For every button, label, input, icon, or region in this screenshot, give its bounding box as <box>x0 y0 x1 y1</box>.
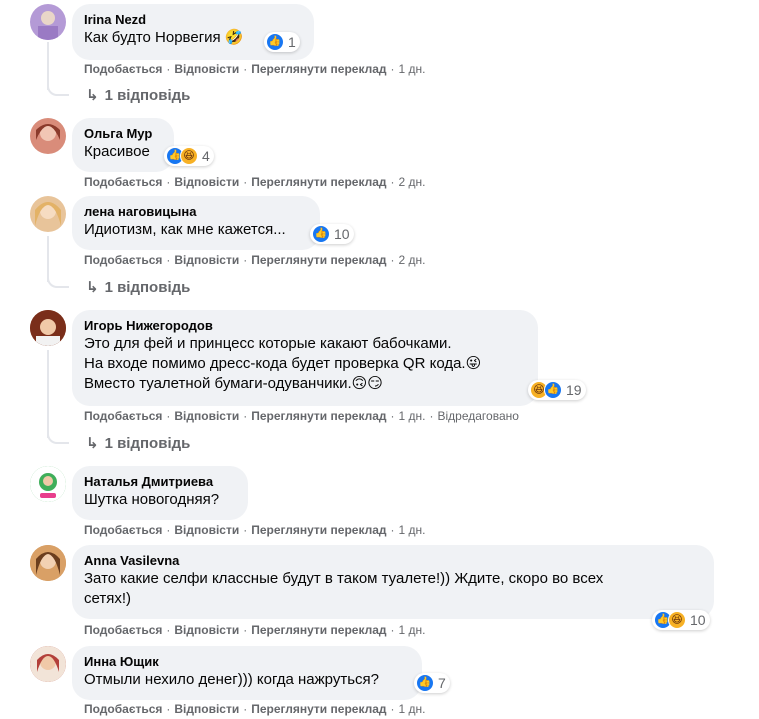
avatar[interactable] <box>30 310 66 346</box>
translate-button[interactable]: Переглянути переклад <box>251 409 386 423</box>
comment-author[interactable]: Наталья Дмитриева <box>84 474 236 490</box>
like-reaction-icon: 👍 <box>416 674 434 692</box>
comment-author[interactable]: Anna Vasilevna <box>84 553 702 569</box>
translate-button[interactable]: Переглянути переклад <box>251 175 386 189</box>
comment-timestamp[interactable]: 1 дн. <box>399 523 426 537</box>
translate-button[interactable]: Переглянути переклад <box>251 702 386 716</box>
comment-author[interactable]: Игорь Нижегородов <box>84 318 526 334</box>
reaction-count: 7 <box>438 675 446 691</box>
thread-curve <box>47 430 69 444</box>
comment-timestamp[interactable]: 1 дн. <box>399 702 426 716</box>
like-button[interactable]: Подобається <box>84 523 162 537</box>
comment-text-line: На входе помимо дресс-кода будет проверк… <box>84 355 466 372</box>
avatar[interactable] <box>30 118 66 154</box>
translate-button[interactable]: Переглянути переклад <box>251 62 386 76</box>
view-replies-link[interactable]: ↳ 1 відповідь <box>86 86 190 106</box>
like-button[interactable]: Подобається <box>84 409 162 423</box>
translate-button[interactable]: Переглянути переклад <box>251 523 386 537</box>
comment-timestamp[interactable]: 2 дн. <box>399 253 426 267</box>
comment-timestamp[interactable]: 2 дн. <box>399 175 426 189</box>
reply-button[interactable]: Відповісти <box>174 702 239 716</box>
comment-actions: Подобається · Відповісти · Переглянути перек… <box>84 702 426 716</box>
comment-timestamp[interactable]: 1 дн. <box>399 623 426 637</box>
reaction-count: 19 <box>566 382 582 398</box>
avatar[interactable] <box>30 4 66 40</box>
comment-actions: Подобається · Відповісти · Переглянути перек… <box>84 253 426 267</box>
comment-bubble: Инна Ющик Отмыли нехило денег))) когда н… <box>72 646 422 700</box>
avatar[interactable] <box>30 545 66 581</box>
like-button[interactable]: Подобається <box>84 702 162 716</box>
comment-timestamp[interactable]: 1 дн. <box>399 409 426 423</box>
haha-reaction-icon: 😆 <box>180 147 198 165</box>
reply-button[interactable]: Відповісти <box>174 409 239 423</box>
comment-author[interactable]: Инна Ющик <box>84 654 410 670</box>
reply-button[interactable]: Відповісти <box>174 62 239 76</box>
upside-down-smirk-emoji-icon: 🙃😏 <box>351 375 383 392</box>
reaction-count: 4 <box>202 148 210 164</box>
comment-timestamp[interactable]: 1 дн. <box>399 62 426 76</box>
comment-text: Красивое <box>84 143 150 160</box>
reply-button[interactable]: Відповісти <box>174 623 239 637</box>
comment-actions: Подобається · Відповісти · Переглянути перек… <box>84 623 426 637</box>
translate-button[interactable]: Переглянути переклад <box>251 253 386 267</box>
comment-text-line: Вместо туалетной бумаги-одуванчики. <box>84 375 352 392</box>
reply-button[interactable]: Відповісти <box>174 523 239 537</box>
comment-author[interactable]: Irina Nezd <box>84 12 302 28</box>
comment-text-line: Это для фей и принцесс которые какают ба… <box>84 335 452 352</box>
comment-bubble: Наталья Дмитриева Шутка новогодняя? <box>72 466 248 520</box>
reactions-badge[interactable]: 👍 😆 4 <box>164 146 214 166</box>
rofl-emoji-icon: 🤣 <box>224 29 244 46</box>
comment-bubble: Ольга Мур Красивое <box>72 118 174 172</box>
comment-actions: Подобається · Відповісти · Переглянути перек… <box>84 409 519 423</box>
winking-tongue-emoji-icon: 😜 <box>465 355 482 372</box>
comment-actions: Подобається · Відповісти · Переглянути перек… <box>84 175 426 189</box>
reply-arrow-icon: ↳ <box>86 87 99 104</box>
translate-button[interactable]: Переглянути переклад <box>251 623 386 637</box>
like-button[interactable]: Подобається <box>84 62 162 76</box>
comment-text: Как будто Норвегия <box>84 29 221 46</box>
reactions-badge[interactable]: 👍 1 <box>264 32 300 52</box>
reply-button[interactable]: Відповісти <box>174 175 239 189</box>
thread-line <box>47 350 49 438</box>
reply-button[interactable]: Відповісти <box>174 253 239 267</box>
like-reaction-icon: 👍 <box>544 381 562 399</box>
comment-text: Идиотизм, как мне кажется... <box>84 221 286 238</box>
thread-curve <box>47 82 69 96</box>
comment-text: Шутка новогодняя? <box>84 491 220 508</box>
like-button[interactable]: Подобається <box>84 623 162 637</box>
like-reaction-icon: 👍 <box>266 33 284 51</box>
reactions-badge[interactable]: 👍 😆 10 <box>652 610 710 630</box>
comment-bubble: лена наговицына Идиотизм, как мне кажетс… <box>72 196 320 250</box>
like-button[interactable]: Подобається <box>84 253 162 267</box>
view-replies-link[interactable]: ↳ 1 відповідь <box>86 278 190 298</box>
comment-text-line: Зато какие селфи классные будут в таком … <box>84 570 604 587</box>
comment-text-line: сетях!) <box>84 590 131 607</box>
comment-author[interactable]: Ольга Мур <box>84 126 162 142</box>
reaction-count: 1 <box>288 34 296 50</box>
reactions-badge[interactable]: 👍 7 <box>414 673 450 693</box>
avatar[interactable] <box>30 466 66 502</box>
comment-actions: Подобається · Відповісти · Переглянути перек… <box>84 62 426 76</box>
reaction-count: 10 <box>690 612 706 628</box>
comment-bubble: Anna Vasilevna Зато какие селфи классные… <box>72 545 714 619</box>
comment-bubble: Игорь Нижегородов Это для фей и принцесс… <box>72 310 538 406</box>
like-button[interactable]: Подобається <box>84 175 162 189</box>
reaction-count: 10 <box>334 226 350 242</box>
like-reaction-icon: 👍 <box>312 225 330 243</box>
reactions-badge[interactable]: 👍 10 <box>310 224 354 244</box>
comment-actions: Подобається · Відповісти · Переглянути перек… <box>84 523 426 537</box>
edited-label[interactable]: Відредаговано <box>438 409 519 423</box>
reply-arrow-icon: ↳ <box>86 279 99 296</box>
reply-arrow-icon: ↳ <box>86 435 99 452</box>
avatar[interactable] <box>30 196 66 232</box>
avatar[interactable] <box>30 646 66 682</box>
haha-reaction-icon: 😆 <box>668 611 686 629</box>
reactions-badge[interactable]: 😆 👍 19 <box>528 380 586 400</box>
thread-curve <box>47 274 69 288</box>
view-replies-link[interactable]: ↳ 1 відповідь <box>86 434 190 454</box>
comment-author[interactable]: лена наговицына <box>84 204 308 220</box>
comment-text: Отмыли нехило денег))) когда нажруться? <box>84 671 379 688</box>
